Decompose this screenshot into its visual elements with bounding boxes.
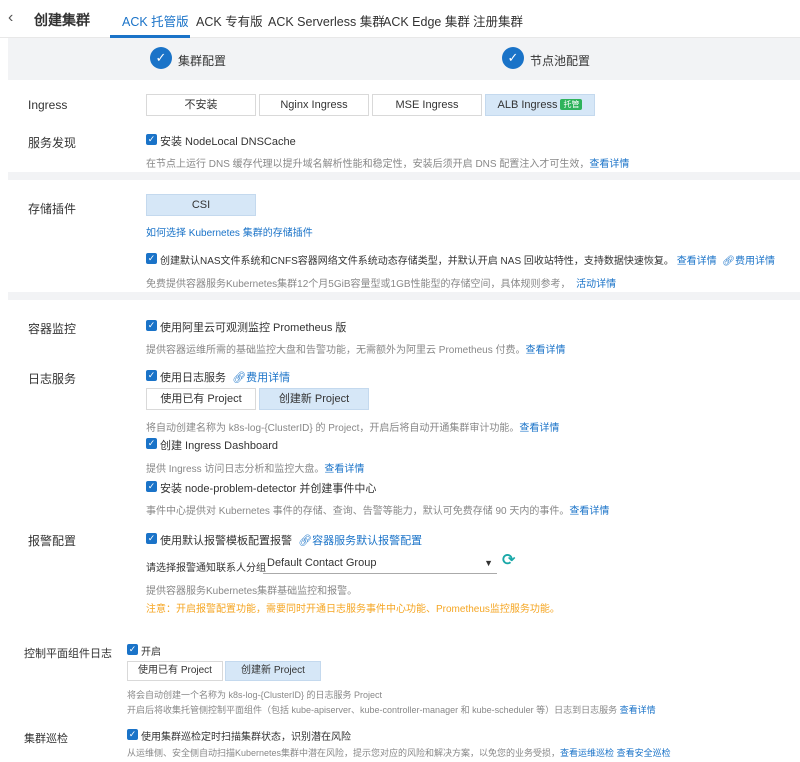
nodelocal-dns-label: 安装 NodeLocal DNSCache bbox=[160, 136, 296, 148]
top-bar: ‹ 创建集群 ACK 托管版 ACK 专有版 ACK Serverless 集群… bbox=[0, 0, 800, 38]
control-plane-log-desc1: 将会自动创建一个名称为 k8s-log-{ClusterID} 的日志服务 Pr… bbox=[127, 690, 383, 700]
storage-desc: 免费提供容器服务Kubernetes集群12个月5GiB容量型或1GB性能型的存… bbox=[146, 275, 616, 290]
link-icon: 🔗︎ bbox=[722, 256, 735, 267]
ingress-dashboard-checkbox[interactable]: ✓ bbox=[146, 438, 157, 449]
check-icon: ✓ bbox=[502, 47, 524, 69]
npd-desc: 事件中心提供对 Kubernetes 事件的存储、查询、告警等能力，默认可免费存… bbox=[146, 502, 609, 517]
tab-ack-dedicated[interactable]: ACK 专有版 bbox=[196, 11, 263, 30]
contact-group-select[interactable]: Default Contact Group ▼ bbox=[263, 554, 497, 574]
control-plane-log-checkbox[interactable]: ✓ bbox=[127, 644, 138, 655]
tab-ack-managed[interactable]: ACK 托管版 bbox=[122, 11, 189, 30]
npd-label: 安装 node-problem-detector 并创建事件中心 bbox=[160, 483, 377, 495]
section-divider bbox=[8, 172, 800, 180]
inspection-checkbox-label: 使用集群巡检定时扫描集群状态，识别潜在风险 bbox=[141, 732, 351, 743]
alert-warning: 注意：开启报警配置功能，需要同时开通日志服务事件中心功能、Prometheus监… bbox=[146, 604, 560, 615]
ingress-option-mse[interactable]: MSE Ingress bbox=[372, 94, 482, 116]
alert-template-label-text: 使用默认报警模板配置报警 bbox=[160, 535, 292, 547]
npd-checkbox[interactable]: ✓ bbox=[146, 481, 157, 492]
storage-activity-link[interactable]: 活动详情 bbox=[576, 279, 616, 290]
storage-details-link[interactable]: 查看详情 bbox=[677, 256, 717, 267]
page-title: 创建集群 bbox=[34, 12, 90, 28]
alert-default-config-link[interactable]: 容器服务默认报警配置 bbox=[312, 535, 422, 547]
contact-group-value: Default Contact Group bbox=[267, 557, 377, 569]
tab-registered-cluster[interactable]: 注册集群 bbox=[473, 11, 523, 30]
storage-how-to-choose-link[interactable]: 如何选择 Kubernetes 集群的存储插件 bbox=[146, 224, 313, 239]
npd-desc-text: 事件中心提供对 Kubernetes 事件的存储、查询、告警等能力，默认可免费存… bbox=[146, 506, 570, 517]
npd-details-link[interactable]: 查看详情 bbox=[569, 506, 609, 517]
ingress-dashboard-desc-text: 提供 Ingress 访问日志分析和监控大盘。 bbox=[146, 464, 325, 475]
link-icon: 🔗︎ bbox=[298, 535, 313, 547]
service-discovery-desc: 在节点上运行 DNS 缓存代理以提升域名解析性能和稳定性，安装后须开启 DNS … bbox=[146, 155, 629, 170]
ingress-dashboard-desc: 提供 Ingress 访问日志分析和监控大盘。查看详情 bbox=[146, 460, 364, 475]
service-discovery-desc-text: 在节点上运行 DNS 缓存代理以提升域名解析性能和稳定性，安装后须开启 DNS … bbox=[146, 159, 590, 170]
control-plane-log-desc2-text: 开启后将收集托管侧控制平面组件（包括 kube-apiserver、kube-c… bbox=[127, 705, 618, 715]
alert-template-label: 使用默认报警模板配置报警 🔗︎容器服务默认报警配置 bbox=[160, 532, 422, 548]
alert-label: 报警配置 bbox=[28, 534, 77, 548]
ingress-option-alb-label: ALB Ingress bbox=[497, 99, 558, 111]
ingress-option-nginx[interactable]: Nginx Ingress bbox=[259, 94, 369, 116]
logging-label: 日志服务 bbox=[28, 372, 77, 386]
nas-cnfs-label: 创建默认NAS文件系统和CNFS容器网络文件系统动态存储类型，并默认开启 NAS… bbox=[160, 252, 775, 267]
ingress-option-none[interactable]: 不安装 bbox=[146, 94, 256, 116]
control-plane-existing-project-option[interactable]: 使用已有 Project bbox=[127, 661, 223, 681]
prometheus-checkbox[interactable]: ✓ bbox=[146, 320, 157, 331]
inspection-desc-text: 从运维侧、安全侧自动扫描Kubernetes集群中潜在风险，提示您对应的风险和解… bbox=[127, 748, 561, 758]
tab-ack-serverless[interactable]: ACK Serverless 集群 bbox=[268, 11, 385, 30]
tab-ack-edge[interactable]: ACK Edge 集群 bbox=[383, 11, 470, 30]
control-plane-new-project-option[interactable]: 创建新 Project bbox=[225, 661, 321, 681]
prometheus-label: 使用阿里云可观测监控 Prometheus 版 bbox=[160, 322, 347, 334]
check-icon: ✓ bbox=[150, 47, 172, 69]
alert-template-checkbox[interactable]: ✓ bbox=[146, 533, 157, 544]
control-plane-log-label: 控制平面组件日志 bbox=[24, 648, 112, 660]
section-divider bbox=[8, 292, 800, 300]
ingress-dashboard-label: 创建 Ingress Dashboard bbox=[160, 440, 278, 452]
log-service-label-text: 使用日志服务 bbox=[160, 372, 226, 384]
nodelocal-dns-checkbox[interactable]: ✓ bbox=[146, 134, 157, 145]
inspection-checkbox[interactable]: ✓ bbox=[127, 729, 138, 740]
monitoring-details-link[interactable]: 查看详情 bbox=[525, 345, 565, 356]
refresh-icon[interactable]: ⟳ bbox=[502, 553, 518, 569]
storage-fee-link[interactable]: 费用详情 bbox=[735, 256, 775, 267]
contact-group-label: 请选择报警通知联系人分组 bbox=[146, 563, 266, 574]
security-inspection-link[interactable]: 查看安全巡检 bbox=[617, 748, 671, 758]
service-discovery-label: 服务发现 bbox=[28, 136, 77, 150]
link-icon: 🔗︎ bbox=[232, 372, 247, 384]
nas-cnfs-label-text: 创建默认NAS文件系统和CNFS容器网络文件系统动态存储类型，并默认开启 NAS… bbox=[160, 256, 674, 267]
monitoring-desc: 提供容器运维所需的基础监控大盘和告警功能，无需额外为阿里云 Prometheus… bbox=[146, 341, 565, 356]
ingress-option-alb[interactable]: ALB Ingress 托管 bbox=[485, 94, 595, 116]
log-new-project-option[interactable]: 创建新 Project bbox=[259, 388, 369, 410]
chevron-left-icon[interactable]: ‹ bbox=[8, 10, 22, 26]
storage-desc-text: 免费提供容器服务Kubernetes集群12个月5GiB容量型或1GB性能型的存… bbox=[146, 279, 571, 290]
monitoring-label: 容器监控 bbox=[28, 322, 77, 336]
inspection-desc: 从运维侧、安全侧自动扫描Kubernetes集群中潜在风险，提示您对应的风险和解… bbox=[127, 746, 671, 759]
step-nodepool-config[interactable]: 节点池配置 bbox=[530, 52, 590, 69]
storage-option-csi[interactable]: CSI bbox=[146, 194, 256, 216]
log-service-label: 使用日志服务 🔗︎费用详情 bbox=[160, 369, 290, 385]
control-plane-log-details-link[interactable]: 查看详情 bbox=[620, 705, 656, 715]
monitoring-desc-text: 提供容器运维所需的基础监控大盘和告警功能，无需额外为阿里云 Prometheus… bbox=[146, 345, 526, 356]
inspection-label: 集群巡检 bbox=[24, 733, 68, 745]
ops-inspection-link[interactable]: 查看运维巡检 bbox=[560, 748, 614, 758]
alert-desc: 提供容器服务Kubernetes集群基础监控和报警。 bbox=[146, 586, 358, 597]
ingress-dashboard-details-link[interactable]: 查看详情 bbox=[324, 464, 364, 475]
service-discovery-details-link[interactable]: 查看详情 bbox=[589, 159, 629, 170]
ingress-label: Ingress bbox=[28, 98, 68, 112]
control-plane-log-enable-label: 开启 bbox=[141, 647, 161, 658]
nas-cnfs-checkbox[interactable]: ✓ bbox=[146, 253, 157, 264]
control-plane-log-desc2: 开启后将收集托管侧控制平面组件（包括 kube-apiserver、kube-c… bbox=[127, 703, 656, 716]
log-fee-link[interactable]: 费用详情 bbox=[246, 372, 290, 384]
step-cluster-config[interactable]: 集群配置 bbox=[178, 52, 226, 69]
logging-details-link[interactable]: 查看详情 bbox=[519, 423, 559, 434]
caret-down-icon: ▼ bbox=[484, 558, 493, 568]
step-bar: ✓ 集群配置 ✓ 节点池配置 bbox=[8, 38, 800, 80]
logging-desc-text: 将自动创建名称为 k8s-log-{ClusterID} 的 Project，开… bbox=[146, 423, 520, 434]
log-service-checkbox[interactable]: ✓ bbox=[146, 370, 157, 381]
storage-label: 存储插件 bbox=[28, 202, 77, 216]
log-existing-project-option[interactable]: 使用已有 Project bbox=[146, 388, 256, 410]
logging-desc: 将自动创建名称为 k8s-log-{ClusterID} 的 Project，开… bbox=[146, 419, 559, 434]
managed-badge: 托管 bbox=[560, 99, 583, 110]
